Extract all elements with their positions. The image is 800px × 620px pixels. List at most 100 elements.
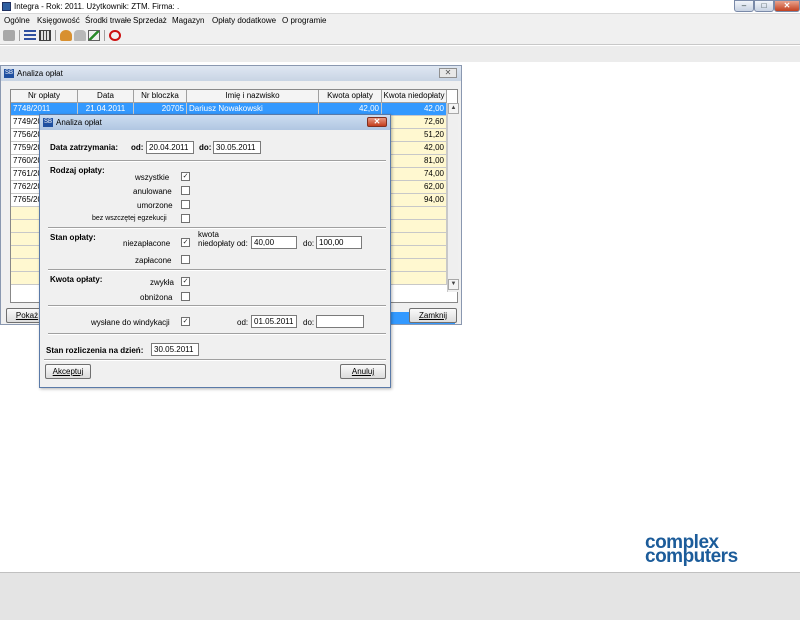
akceptuj-button-label: Akceptuj (52, 367, 84, 376)
umorzone-label: umorzone (137, 201, 173, 210)
close-button[interactable]: ✕ (774, 0, 800, 12)
cell-kwota-niedoplaty: 62,00 (382, 181, 447, 194)
column-header-nr-oplaty[interactable]: Nr opłaty (11, 90, 78, 103)
niedoplaty-do-input[interactable]: 100,00 (316, 236, 362, 249)
niedoplaty-od-input[interactable]: 40,00 (251, 236, 297, 249)
divider (44, 359, 386, 361)
toolbar-separator (19, 30, 20, 41)
data-zatrzymania-do-input[interactable]: 30.05.2011 (213, 141, 261, 154)
users-icon[interactable] (60, 30, 72, 41)
windykacja-do-label: do: (303, 318, 315, 327)
divider (48, 305, 386, 307)
niedoplaty-od-label: niedopłaty od: (198, 239, 248, 248)
list-icon[interactable] (24, 30, 36, 41)
lock-icon[interactable] (74, 30, 86, 41)
anulowane-label: anulowane (133, 187, 172, 196)
dialog-titlebar: SB Analiza opłat ✕ (40, 115, 390, 130)
cell-empty (382, 207, 447, 220)
niezaplacone-label: niezapłacone (123, 239, 171, 248)
windykacja-label: wysłane do windykacji (91, 318, 170, 327)
cell-kwota-niedoplaty: 42,00 (382, 103, 447, 116)
kwota-oplaty-label: Kwota opłaty: (50, 275, 103, 284)
cell-kwota-niedoplaty: 81,00 (382, 155, 447, 168)
cell-empty (382, 259, 447, 272)
cell-kwota-niedoplaty: 74,00 (382, 168, 447, 181)
sb-icon: SB (43, 118, 53, 127)
windykacja-checkbox[interactable]: ✓ (181, 317, 190, 326)
minimize-button[interactable]: – (734, 0, 754, 12)
anuluj-button[interactable]: Anuluj (340, 364, 386, 379)
zwykla-label: zwykła (150, 278, 175, 287)
zaplacone-label: zapłacone (135, 256, 172, 265)
cell-kwota-niedoplaty: 72,60 (382, 116, 447, 129)
complex-computers-logo: complex computers (645, 533, 738, 567)
maximize-button[interactable]: □ (754, 0, 774, 12)
column-header-kwota-oplaty[interactable]: Kwota opłaty (319, 90, 382, 103)
dialog-title: Analiza opłat (56, 118, 102, 127)
menu-magazyn[interactable]: Magazyn (172, 16, 204, 25)
table-scrollbar[interactable]: ▲ ▼ (447, 103, 459, 292)
analysis-filter-dialog: SB Analiza opłat ✕ Data zatrzymania: od:… (39, 114, 391, 388)
stan-rozliczenia-input[interactable]: 30.05.2011 (151, 343, 199, 356)
menu-o-programie[interactable]: O programie (282, 16, 326, 25)
menu-ogolne[interactable]: Ogólne (4, 16, 30, 25)
rodzaj-oplaty-label: Rodzaj opłaty: (50, 166, 105, 175)
windykacja-do-input[interactable] (316, 315, 364, 328)
niezaplacone-checkbox[interactable]: ✓ (181, 238, 190, 247)
logo-line-2: computers (645, 546, 738, 567)
toolbar-separator (104, 30, 105, 41)
stan-rozliczenia-label: Stan rozliczenia na dzień: (46, 346, 144, 355)
wszystkie-checkbox[interactable]: ✓ (181, 172, 190, 181)
window-titlebar: Integra - Rok: 2011. Użytkownik: ZTM. Fi… (0, 0, 800, 14)
toolbar-separator (55, 30, 56, 41)
anulowane-checkbox[interactable] (181, 186, 190, 195)
menu-srodki-trwale[interactable]: Środki trwałe (85, 16, 131, 25)
data-zatrzymania-od-label: od: (131, 143, 144, 152)
stan-oplaty-label: Stan opłaty: (50, 233, 96, 242)
column-header-data[interactable]: Data (78, 90, 134, 103)
menu-oplaty-dodatkowe[interactable]: Opłaty dodatkowe (212, 16, 276, 25)
sb-icon: SB (4, 69, 14, 78)
divider (48, 160, 386, 162)
cell-kwota-niedoplaty: 94,00 (382, 194, 447, 207)
grid-icon[interactable] (39, 30, 51, 41)
cell-empty (382, 246, 447, 259)
obnizona-label: obniżona (140, 293, 173, 302)
document-check-icon[interactable] (88, 30, 100, 41)
power-icon[interactable] (109, 30, 121, 41)
obnizona-checkbox[interactable] (181, 292, 190, 301)
scroll-down-icon[interactable]: ▼ (448, 279, 459, 290)
column-header-imie-nazwisko[interactable]: Imię i nazwisko (187, 90, 319, 103)
bez-egzekucji-checkbox[interactable] (181, 214, 190, 223)
kwota-label: kwota (198, 230, 219, 239)
menu-sprzedaz[interactable]: Sprzedaż (133, 16, 167, 25)
print-icon[interactable] (3, 30, 15, 41)
cell-empty (382, 220, 447, 233)
zaplacone-checkbox[interactable] (181, 255, 190, 264)
divider (48, 333, 386, 335)
analysis-window-title: Analiza opłat (17, 69, 63, 78)
column-header-kwota-niedoplaty[interactable]: Kwota niedopłaty (382, 90, 447, 103)
data-zatrzymania-label: Data zatrzymania: (50, 143, 119, 152)
taskbar (0, 573, 800, 620)
data-zatrzymania-od-input[interactable]: 20.04.2011 (146, 141, 194, 154)
menu-ksiegowosc[interactable]: Księgowość (37, 16, 80, 25)
cell-kwota-niedoplaty: 51,20 (382, 129, 447, 142)
scroll-up-icon[interactable]: ▲ (448, 103, 459, 114)
akceptuj-button[interactable]: Akceptuj (45, 364, 91, 379)
zwykla-checkbox[interactable]: ✓ (181, 277, 190, 286)
windykacja-od-input[interactable]: 01.05.2011 (251, 315, 297, 328)
zamknij-button[interactable]: Zamknij (409, 308, 457, 323)
dialog-close-button[interactable]: ✕ (367, 117, 387, 127)
app-icon (2, 2, 11, 11)
umorzone-checkbox[interactable] (181, 200, 190, 209)
divider (48, 227, 386, 229)
anuluj-button-label: Anuluj (351, 367, 375, 376)
data-zatrzymania-do-label: do: (199, 143, 212, 152)
menu-bar: Ogólne Księgowość Środki trwałe Sprzedaż… (0, 14, 800, 27)
analysis-window-close-button[interactable]: ✕ (439, 68, 457, 78)
window-title: Integra - Rok: 2011. Użytkownik: ZTM. Fi… (14, 2, 180, 11)
analysis-window-titlebar: SB Analiza opłat ✕ (1, 66, 461, 81)
show-button-label: Pokaż (15, 311, 39, 320)
column-header-nr-bloczka[interactable]: Nr bloczka (134, 90, 187, 103)
